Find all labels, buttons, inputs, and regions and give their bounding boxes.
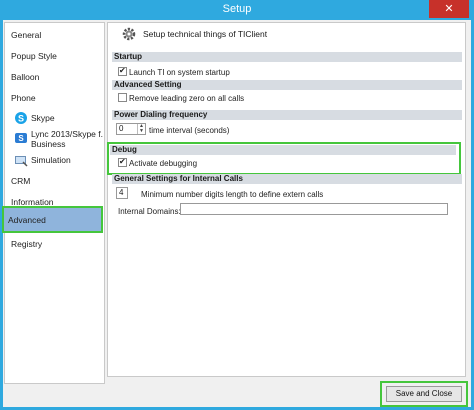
save-and-close-button[interactable]: Save and Close [386, 386, 462, 402]
internal-domains-input[interactable] [180, 203, 448, 215]
activate-debugging-label: Activate debugging [129, 159, 198, 168]
sidebar-item-lync-label2: Business [31, 139, 66, 149]
activate-debugging-checkbox[interactable] [118, 157, 127, 167]
launch-on-startup-checkbox[interactable] [118, 66, 127, 76]
interval-value: 0 [119, 124, 124, 133]
sidebar-item-lync[interactable]: Lync 2013/Skype f. Business [31, 129, 103, 149]
sidebar-item-popup-style[interactable]: Popup Style [11, 51, 57, 61]
stepper-arrows-icon[interactable]: ▲ ▼ [137, 124, 145, 134]
section-power-dialing: Power Dialing frequency [112, 110, 462, 120]
min-digits-label: Minimum number digits length to define e… [141, 190, 324, 199]
sidebar-item-advanced-label: Advanced [8, 215, 46, 225]
section-debug: Debug [110, 145, 456, 155]
section-advanced-setting: Advanced Setting [112, 80, 462, 90]
sidebar-item-simulation[interactable]: Simulation [31, 155, 71, 165]
svg-text:S: S [18, 114, 24, 124]
section-startup: Startup [112, 52, 462, 62]
min-digits-input[interactable]: 4 [116, 187, 128, 199]
sidebar-item-advanced[interactable]: Advanced [2, 206, 103, 233]
sidebar-item-crm[interactable]: CRM [11, 176, 30, 186]
sidebar-item-lync-label: Lync 2013/Skype f. [31, 129, 103, 139]
remove-leading-zero-checkbox[interactable] [118, 93, 127, 102]
sidebar-item-balloon[interactable]: Balloon [11, 72, 39, 82]
section-internal-calls: General Settings for Internal Calls [112, 174, 462, 184]
sidebar-item-phone[interactable]: Phone [11, 93, 36, 103]
panel-heading: Setup technical things of TIClient [143, 29, 268, 39]
launch-on-startup-label: Launch TI on system startup [129, 68, 230, 77]
sidebar-item-skype[interactable]: Skype [31, 113, 55, 123]
internal-domains-label: Internal Domains: [118, 207, 181, 216]
close-button[interactable]: ✕ [429, 0, 469, 18]
save-close-highlight: Save and Close [380, 381, 468, 407]
lync-icon: S [14, 131, 28, 145]
sidebar: General Popup Style Balloon Phone S Skyp… [4, 22, 105, 384]
skype-icon: S [14, 111, 28, 125]
interval-label: time interval (seconds) [149, 126, 230, 135]
gear-icon [120, 25, 138, 43]
svg-text:S: S [18, 134, 24, 143]
title-bar: Setup ✕ [0, 0, 474, 20]
sidebar-item-general[interactable]: General [11, 30, 41, 40]
remove-leading-zero-label: Remove leading zero on all calls [129, 94, 245, 103]
simulation-icon [14, 153, 28, 167]
window-title: Setup [222, 3, 252, 15]
sidebar-item-registry[interactable]: Registry [11, 239, 42, 249]
interval-stepper[interactable]: 0 ▲ ▼ [116, 123, 146, 135]
